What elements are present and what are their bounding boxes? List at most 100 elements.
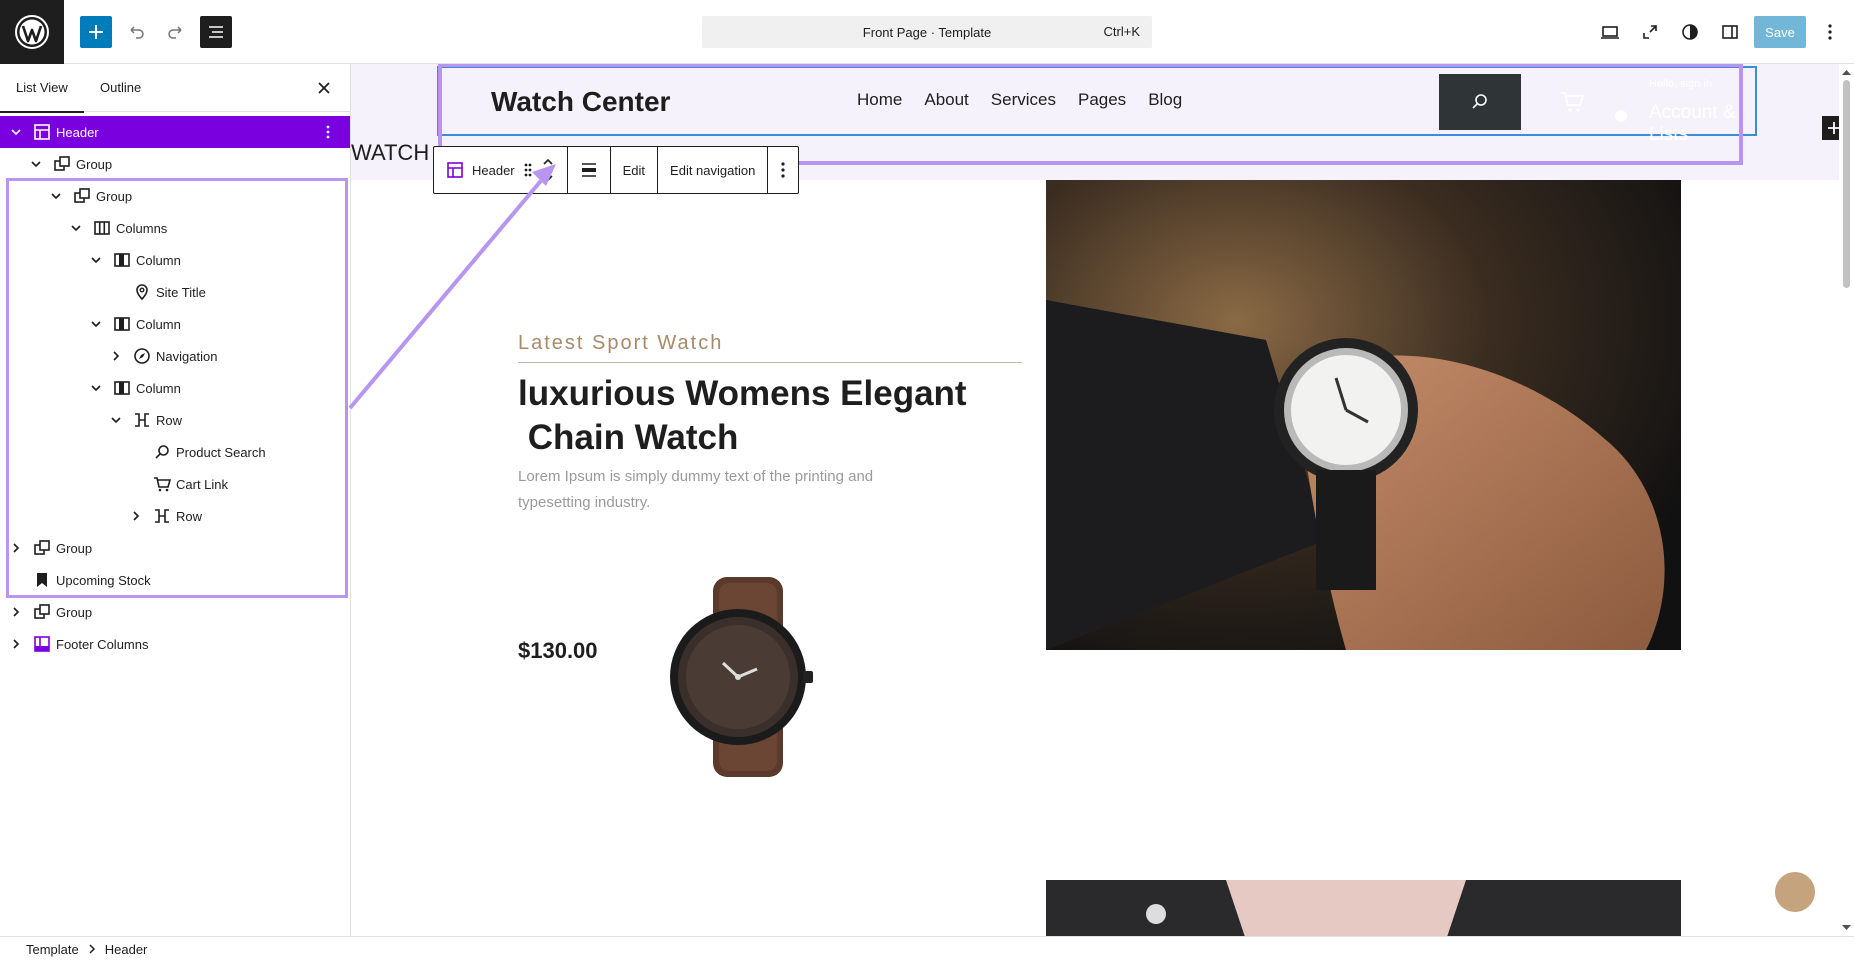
options-button[interactable] [1814,16,1846,48]
list-view-item[interactable]: Upcoming Stock [0,564,350,596]
list-view-item[interactable]: Footer Columns [0,628,350,660]
list-view-item[interactable]: Column [0,244,350,276]
block-switcher[interactable]: Header [434,147,568,193]
list-view-item[interactable]: Group [0,532,350,564]
top-toolbar: Front Page · Template Ctrl+K Save [0,0,1854,64]
chevron-right-icon[interactable] [8,540,24,556]
save-button[interactable]: Save [1754,16,1806,48]
chevron-down-icon[interactable] [88,316,104,332]
styles-button[interactable] [1674,16,1706,48]
add-block-button[interactable] [80,16,112,48]
nav-item-blog[interactable]: Blog [1148,90,1182,110]
chevron-right-icon[interactable] [128,508,144,524]
list-view-item[interactable]: Row [0,500,350,532]
add-block-inline-button[interactable] [1822,116,1839,140]
list-view-item-label: Column [136,252,181,268]
list-view-item-label: Product Search [176,444,266,460]
column-icon [112,314,132,334]
command-shortcut: Ctrl+K [1103,24,1140,39]
group-icon [52,154,72,174]
list-view-item-label: Group [76,156,113,172]
hero-title-line-2: Chain Watch [518,418,739,457]
navigation-icon [132,346,152,366]
align-button[interactable] [568,147,611,193]
wordpress-logo-icon[interactable] [0,0,64,64]
scroll-up-icon[interactable] [1839,66,1854,78]
edit-button[interactable]: Edit [611,147,659,193]
tab-list-view[interactable]: List View [0,64,84,113]
list-view-item-label: Navigation [156,348,218,364]
command-title: Front Page · Template [862,24,992,40]
list-view-item[interactable]: Site Title [0,276,350,308]
navigation[interactable]: Home About Services Pages Blog [857,90,1182,110]
list-view-item[interactable]: Group [0,596,350,628]
block-toolbar: Header Edit Edit navigation [433,146,800,194]
list-view-item[interactable]: Cart Link [0,468,350,500]
list-view-item-label: Column [136,316,181,332]
template-part-icon [32,122,52,142]
nav-item-services[interactable]: Services [991,90,1056,110]
document-overview-button[interactable] [200,16,232,48]
chevron-right-icon[interactable] [108,348,124,364]
plus-icon [1828,122,1839,134]
chevron-down-icon[interactable] [28,156,44,172]
list-view-item[interactable]: Column [0,308,350,340]
list-view-item[interactable]: Group [0,180,350,212]
chevron-down-icon[interactable] [8,124,24,140]
drag-handle-icon[interactable] [523,162,533,178]
hero-wrist-photo [1046,180,1681,650]
tab-outline[interactable]: Outline [84,64,157,112]
block-options-button[interactable] [768,147,798,193]
item-options-icon[interactable] [318,122,338,142]
list-view-item[interactable]: Product Search [0,436,350,468]
list-view-item[interactable]: Row [0,404,350,436]
chevron-down-icon[interactable] [88,380,104,396]
edit-navigation-button[interactable]: Edit navigation [658,147,769,193]
chevron-down-icon[interactable] [108,412,124,428]
nav-item-home[interactable]: Home [857,90,902,110]
chevron-right-icon[interactable] [8,604,24,620]
bookmark-icon [32,570,52,590]
product-price: $130.00 [518,638,598,663]
list-view-item[interactable]: Navigation [0,340,350,372]
chevron-right-icon[interactable] [8,636,24,652]
command-palette-button[interactable]: Front Page · Template Ctrl+K [702,16,1152,48]
canvas-scrollbar[interactable] [1839,64,1854,936]
nav-item-pages[interactable]: Pages [1078,90,1126,110]
close-panel-button[interactable] [312,76,336,100]
view-button[interactable] [1594,16,1626,48]
nav-item-about[interactable]: About [924,90,968,110]
scroll-down-icon[interactable] [1839,922,1854,934]
product-search-button[interactable] [1439,74,1521,130]
account-link[interactable]: Account & Lists [1649,102,1755,146]
scroll-thumb[interactable] [1843,80,1850,288]
breadcrumb-root[interactable]: Template [26,942,79,957]
cart-icon [1561,92,1585,112]
cart-icon [152,474,172,494]
open-site-button[interactable] [1634,16,1666,48]
list-view-item-label: Site Title [156,284,206,300]
scroll-to-top-button[interactable] [1775,872,1815,912]
chevron-down-icon[interactable] [68,220,84,236]
watch-label: WATCH [351,140,430,165]
hero-divider [518,362,1022,363]
chevron-down-icon[interactable] [88,252,104,268]
site-title[interactable]: Watch Center [491,86,670,118]
list-view-item[interactable]: Columns [0,212,350,244]
list-view-item[interactable]: Column [0,372,350,404]
breadcrumb-current[interactable]: Header [105,942,148,957]
more-vertical-icon [1828,24,1832,40]
editor-canvas[interactable]: Watch Center Home About Services Pages B… [351,64,1839,936]
redo-button[interactable] [160,16,192,48]
list-view-item[interactable]: Group [0,148,350,180]
cart-link[interactable] [1559,90,1585,114]
row-icon [152,506,172,526]
list-view-item[interactable]: Header [0,116,350,148]
chevron-down-icon[interactable] [48,188,64,204]
settings-button[interactable] [1714,16,1746,48]
undo-button[interactable] [120,16,152,48]
hero-description: Lorem Ipsum is simply dummy text of the … [518,468,874,511]
site-header-block[interactable]: Watch Center Home About Services Pages B… [437,66,1839,145]
list-view-item-label: Header [56,124,99,140]
move-up-down-icon[interactable] [541,155,555,185]
